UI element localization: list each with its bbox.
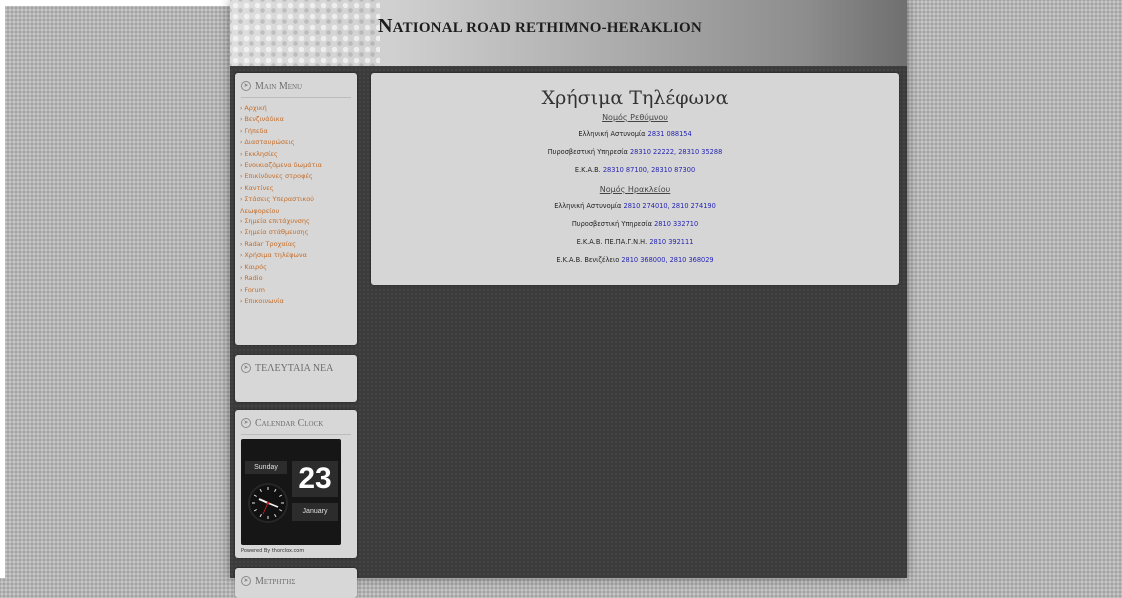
phone-number-link[interactable]: 2810 368000, 2810 368029 xyxy=(621,256,713,264)
main-menu-module: ➤ Main Menu › Αρχική › Βενζινάδικα › Γήπεδ… xyxy=(235,73,357,345)
menu-item-label: Στάσεις Υπεραστικού Λεωφορείου xyxy=(240,195,314,215)
module-bullet-icon: ➤ xyxy=(241,418,251,428)
menu-item[interactable]: › Ενοικιαζόμενα δωμάτια xyxy=(240,160,357,171)
menu-item-label: Εκκλησίες xyxy=(244,149,278,158)
page-title: Χρήσιμα Τηλέφωνα xyxy=(541,87,729,109)
menu-item[interactable]: › Χρήσιμα τηλέφωνα xyxy=(240,250,357,261)
calendar-clock-module: ➤ Calendar Clock Sunday 23 January Power… xyxy=(235,410,357,558)
phone-number-link[interactable]: 2810 274010, 2810 274190 xyxy=(624,202,716,210)
clock-date: 23 xyxy=(292,461,338,497)
menu-item-label: Radio xyxy=(244,274,263,283)
menu-item[interactable]: › Εκκλησίες xyxy=(240,149,357,160)
section-heading: Νομός Ρεθύμνου xyxy=(602,113,668,122)
latest-news-header: ➤ ΤΕΛΕΥΤΑΙΑ ΝΕΑ xyxy=(235,355,357,375)
powered-by-link[interactable]: Powered By thorclox.com xyxy=(241,548,304,554)
header-dot-pattern xyxy=(230,0,380,66)
menu-item[interactable]: › Radio xyxy=(240,273,357,284)
menu-item[interactable]: › Σημεία στάθμευσης xyxy=(240,227,357,238)
phone-entry: Ε.Κ.Α.Β. Βενιζέλειο 2810 368000, 2810 36… xyxy=(371,256,899,264)
menu-item[interactable]: › Forum xyxy=(240,285,357,296)
phone-number-link[interactable]: 28310 87100, 28310 87300 xyxy=(603,166,695,174)
phone-number-link[interactable]: 2810 392111 xyxy=(649,238,693,246)
visitors-module: ➤ Μετρητής xyxy=(235,568,357,598)
menu-item[interactable]: › Στάσεις Υπεραστικού Λεωφορείου xyxy=(240,194,357,216)
phone-entry-label: Πυροσβεστική Υπηρεσία xyxy=(571,220,652,228)
phone-entry-label: Ελληνική Αστυνομία xyxy=(578,130,646,138)
module-bullet-icon: ➤ xyxy=(241,81,251,91)
phone-entry: Ελληνική Αστυνομία 2831 088154 xyxy=(371,130,899,138)
phone-entry-label: Ελληνική Αστυνομία xyxy=(554,202,622,210)
phone-entry: Πυροσβεστική Υπηρεσία 28310 22222, 28310… xyxy=(371,148,899,156)
menu-item[interactable]: › Επικοινωνία xyxy=(240,296,357,307)
menu-item-label: Καιρός xyxy=(244,262,267,271)
phone-number-link[interactable]: 28310 22222, 28310 35288 xyxy=(630,148,722,156)
phone-entry-label: Πυροσβεστική Υπηρεσία xyxy=(547,148,628,156)
menu-item-label: Σημεία επιτάχυνσης xyxy=(244,217,310,226)
menu-item[interactable]: › Διασταυρώσεις xyxy=(240,137,357,148)
menu-item[interactable]: › Βενζινάδικα xyxy=(240,114,357,125)
calendar-clock-header: ➤ Calendar Clock xyxy=(235,410,357,430)
divider xyxy=(241,97,351,98)
phone-number-link[interactable]: 2831 088154 xyxy=(648,130,692,138)
site-title-rest: ATIONAL ROAD RETHIMNO-HERAKLION xyxy=(392,20,702,36)
menu-item[interactable]: › Radar Τροχαίας xyxy=(240,239,357,250)
content-panel: Χρήσιμα Τηλέφωνα Νομός Ρεθύμνου Ελληνική … xyxy=(371,73,899,285)
page-top-strip xyxy=(0,0,232,6)
clock-month: January xyxy=(292,503,338,521)
site-title-initial: N xyxy=(378,15,393,37)
site-header: NATIONAL ROAD RETHIMNO-HERAKLION xyxy=(230,0,907,66)
clock-face-graphic xyxy=(252,487,284,519)
calendar-clock-widget[interactable]: Sunday 23 January xyxy=(241,439,341,545)
menu-item-label: Γήπεδα xyxy=(244,126,268,135)
phone-entry-label: Ε.Κ.Α.Β. Βενιζέλειο xyxy=(556,256,620,264)
menu-item-label: Επικοινωνία xyxy=(244,296,284,305)
phone-entry: Πυροσβεστική Υπηρεσία 2810 332710 xyxy=(371,220,899,228)
phone-number-link[interactable]: 2810 332710 xyxy=(654,220,698,228)
main-menu-title: Main Menu xyxy=(255,80,303,92)
divider xyxy=(241,434,351,435)
menu-item[interactable]: › Καντίνες xyxy=(240,183,357,194)
page-edge-strip xyxy=(0,0,5,578)
main-menu-header: ➤ Main Menu xyxy=(235,73,357,93)
menu-item-label: Radar Τροχαίας xyxy=(244,239,296,248)
menu-item-label: Καντίνες xyxy=(244,183,274,192)
phone-entry: Ε.Κ.Α.Β. ΠΕ.ΠΑ.Γ.Ν.Η. 2810 392111 xyxy=(371,238,899,246)
menu-item-label: Διασταυρώσεις xyxy=(244,138,295,147)
menu-item[interactable]: › Σημεία επιτάχυνσης xyxy=(240,216,357,227)
phone-entry: Ε.Κ.Α.Β. 28310 87100, 28310 87300 xyxy=(371,166,899,174)
menu-item-label: Forum xyxy=(244,285,265,294)
phone-entry-label: Ε.Κ.Α.Β. xyxy=(574,166,601,174)
menu-item-label: Αρχική xyxy=(244,104,267,112)
menu-item-label: Βενζινάδικα xyxy=(244,115,284,124)
menu-item-label: Ενοικιαζόμενα δωμάτια xyxy=(244,161,322,170)
menu-item[interactable]: › Επικίνδυνες στροφές xyxy=(240,171,357,182)
menu-item-label: Σημεία στάθμευσης xyxy=(244,228,309,237)
site-title[interactable]: NATIONAL ROAD RETHIMNO-HERAKLION xyxy=(378,15,702,38)
visitors-title: Μετρητής xyxy=(255,575,296,587)
phone-entry: Ελληνική Αστυνομία 2810 274010, 2810 274… xyxy=(371,202,899,210)
main-menu-list: › Αρχική › Βενζινάδικα › Γήπεδα › Διασταυρώ… xyxy=(235,103,357,307)
phone-directory: Νομός Ρεθύμνου Ελληνική Αστυνομία 2831 08… xyxy=(371,112,899,264)
visitors-header: ➤ Μετρητής xyxy=(235,568,357,588)
analog-clock-icon xyxy=(248,483,288,523)
latest-news-title: ΤΕΛΕΥΤΑΙΑ ΝΕΑ xyxy=(255,362,334,374)
section-heading: Νομός Ηρακλείου xyxy=(599,185,671,194)
menu-item[interactable]: › Αρχική xyxy=(240,103,357,114)
calendar-clock-title: Calendar Clock xyxy=(255,417,324,429)
menu-item[interactable]: › Γήπεδα xyxy=(240,126,357,137)
latest-news-module: ➤ ΤΕΛΕΥΤΑΙΑ ΝΕΑ xyxy=(235,355,357,402)
module-bullet-icon: ➤ xyxy=(241,363,251,373)
phone-entry-label: Ε.Κ.Α.Β. ΠΕ.ΠΑ.Γ.Ν.Η. xyxy=(576,238,648,246)
clock-day: Sunday xyxy=(245,461,287,474)
menu-item-label: Επικίνδυνες στροφές xyxy=(244,172,313,181)
menu-item-label: Χρήσιμα τηλέφωνα xyxy=(244,251,307,260)
menu-item[interactable]: › Καιρός xyxy=(240,262,357,273)
